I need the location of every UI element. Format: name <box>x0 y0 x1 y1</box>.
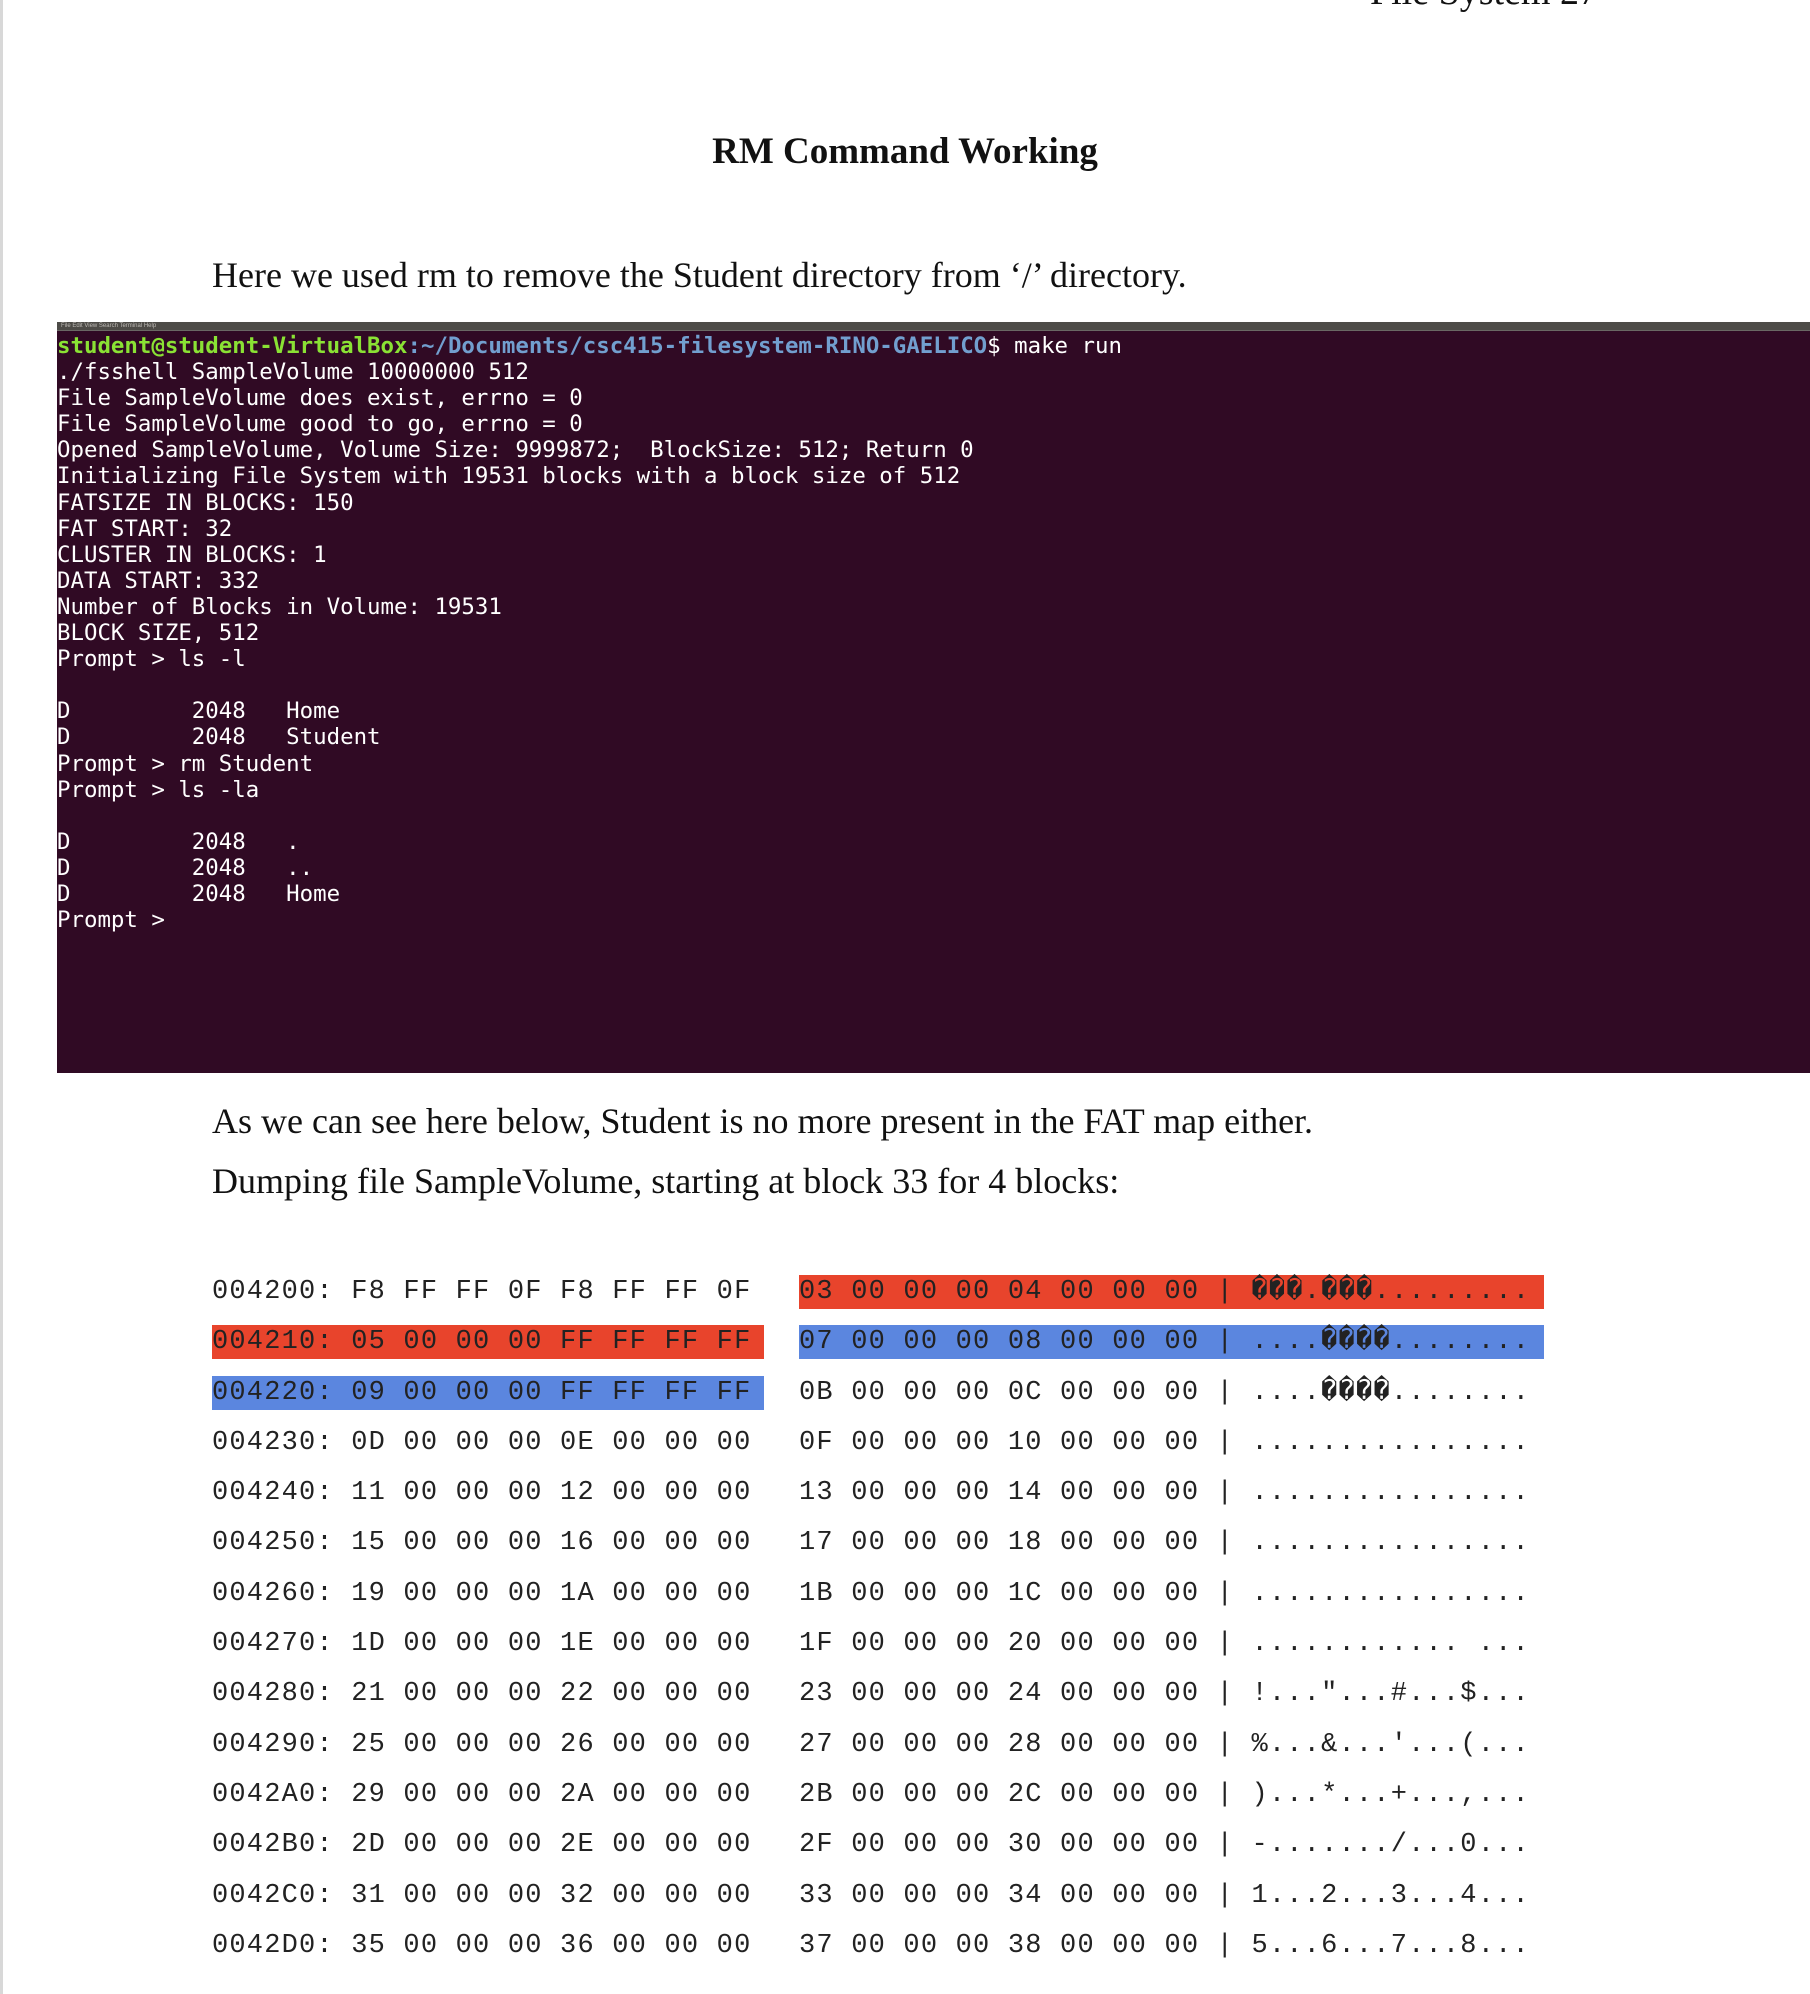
hex-dump-bytes-ascii: 17 00 00 00 18 00 00 00 | ..............… <box>799 1528 1530 1559</box>
terminal-output: student@student-VirtualBox:~/Documents/c… <box>57 331 1810 933</box>
terminal-screenshot: File Edit View Search Terminal Help stud… <box>57 322 1810 1073</box>
hex-dump-offset-bytes: 004270: 1D 00 00 00 1E 00 00 00 <box>212 1629 752 1660</box>
hex-dump-offset-bytes: 004220: 09 00 00 00 FF FF FF FF <box>212 1375 764 1410</box>
terminal-line: FAT START: 32 <box>57 515 233 542</box>
hex-dump-offset-bytes: 0042A0: 29 00 00 00 2A 00 00 00 <box>212 1779 752 1810</box>
terminal-prompt-line: student@student-VirtualBox:~/Documents/c… <box>57 333 1810 359</box>
hex-dump-offset-bytes: 004210: 05 00 00 00 FF FF FF FF <box>212 1325 764 1360</box>
hex-dump-offset-bytes: 0042B0: 2D 00 00 00 2E 00 00 00 <box>212 1830 752 1861</box>
hex-dump-bytes-ascii: 2B 00 00 00 2C 00 00 00 | )...*...+...,.… <box>799 1779 1530 1810</box>
terminal-line: D 2048 Student <box>57 724 381 751</box>
terminal-prompt-user: student@student-VirtualBox <box>57 333 408 359</box>
hex-dump-bytes-ascii: 07 00 00 00 08 00 00 00 | ....����......… <box>799 1325 1544 1360</box>
terminal-line: Opened SampleVolume, Volume Size: 999987… <box>57 437 974 464</box>
terminal-line: FATSIZE IN BLOCKS: 150 <box>57 489 354 516</box>
hex-dump-bytes-ascii: 0B 00 00 00 0C 00 00 00 | ....����......… <box>799 1377 1531 1408</box>
hex-dump-bytes-ascii: 03 00 00 00 04 00 00 00 | ���.���.......… <box>799 1275 1544 1309</box>
hex-dump-offset-bytes: 004240: 11 00 00 00 12 00 00 00 <box>212 1478 752 1509</box>
terminal-line: Number of Blocks in Volume: 19531 <box>57 593 502 620</box>
terminal-line: DATA START: 332 <box>57 567 260 594</box>
hex-dump-offset-bytes: 004230: 0D 00 00 00 0E 00 00 00 <box>212 1427 752 1458</box>
hex-dump-bytes-ascii: 2F 00 00 00 30 00 00 00 | -......./...0.… <box>799 1830 1530 1861</box>
terminal-line: D 2048 Home <box>57 880 341 907</box>
terminal-line: CLUSTER IN BLOCKS: 1 <box>57 541 327 568</box>
terminal-line: File SampleVolume does exist, errno = 0 <box>57 385 583 412</box>
hex-dump-bytes-ascii: 13 00 00 00 14 00 00 00 | ..............… <box>799 1478 1530 1509</box>
dump-caption: Dumping file SampleVolume, starting at b… <box>212 1161 1120 1201</box>
terminal-line: D 2048 .. <box>57 854 314 881</box>
fat-map-paragraph: As we can see here below, Student is no … <box>212 1101 1314 1141</box>
terminal-lines: ./fsshell SampleVolume 10000000 512 File … <box>57 359 1810 933</box>
terminal-line: ./fsshell SampleVolume 10000000 512 <box>57 359 529 386</box>
hex-dump-bytes-ascii: 1F 00 00 00 20 00 00 00 | ............ .… <box>799 1629 1530 1660</box>
terminal-menu-bar: File Edit View Search Terminal Help <box>57 322 1810 331</box>
hex-dump-offset-bytes: 0042C0: 31 00 00 00 32 00 00 00 <box>212 1880 752 1911</box>
terminal-line: D 2048 . <box>57 828 300 855</box>
intro-paragraph: Here we used rm to remove the Student di… <box>212 255 1187 295</box>
hex-dump-offset-bytes: 004290: 25 00 00 00 26 00 00 00 <box>212 1729 752 1760</box>
terminal-line: BLOCK SIZE, 512 <box>57 620 260 647</box>
hex-dump-bytes-ascii: 0F 00 00 00 10 00 00 00 | ..............… <box>799 1427 1530 1458</box>
hex-dump-offset-bytes: 004250: 15 00 00 00 16 00 00 00 <box>212 1528 752 1559</box>
hex-dump-offset-bytes: 0042D0: 35 00 00 00 36 00 00 00 <box>212 1930 752 1961</box>
hex-dump-offset-bytes: 004200: F8 FF FF 0F F8 FF FF 0F <box>212 1277 752 1307</box>
terminal-prompt-path: :~/Documents/csc415-filesystem-RINO-GAEL… <box>407 333 988 359</box>
hex-dump-bytes-ascii: 1B 00 00 00 1C 00 00 00 | ..............… <box>799 1578 1530 1609</box>
hex-dump-bytes-ascii: 33 00 00 00 34 00 00 00 | 1...2...3...4.… <box>799 1880 1530 1911</box>
terminal-line: Prompt > ls -l <box>57 646 246 673</box>
terminal-line: Prompt > <box>57 907 179 934</box>
terminal-line: Prompt > ls -la <box>57 776 260 803</box>
hex-dump-offset-bytes: 004260: 19 00 00 00 1A 00 00 00 <box>212 1578 752 1609</box>
hex-dump-bytes-ascii: 23 00 00 00 24 00 00 00 | !..."...#...$.… <box>799 1679 1530 1710</box>
terminal-prompt-command: $ make run <box>987 333 1122 359</box>
hex-dump-offset-bytes: 004280: 21 00 00 00 22 00 00 00 <box>212 1679 752 1710</box>
hex-dump-bytes-ascii: 27 00 00 00 28 00 00 00 | %...&...'...(.… <box>799 1729 1530 1760</box>
page-title: RM Command Working <box>712 131 1098 172</box>
hex-dump-bytes-ascii: 37 00 00 00 38 00 00 00 | 5...6...7...8.… <box>799 1930 1530 1961</box>
page-edge <box>0 0 3 1994</box>
terminal-line: Prompt > rm Student <box>57 750 314 777</box>
terminal-line: D 2048 Home <box>57 698 341 725</box>
terminal-line: Initializing File System with 19531 bloc… <box>57 463 961 490</box>
running-header: File System 27 <box>1370 0 1598 14</box>
terminal-line: File SampleVolume good to go, errno = 0 <box>57 411 583 438</box>
